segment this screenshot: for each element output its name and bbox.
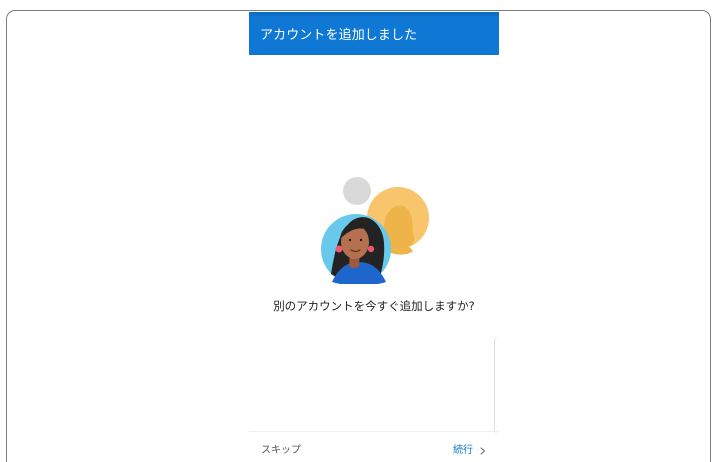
- mobile-account-screen: アカウントを追加しました 別のアカウントを今すぐ追加しますか? スキップ 続行: [249, 12, 499, 460]
- screen-header: アカウントを追加しました: [249, 12, 499, 55]
- continue-label: 続行: [453, 445, 473, 456]
- gray-profile-circle: [343, 177, 371, 205]
- continue-button[interactable]: 続行: [453, 444, 487, 458]
- header-title: アカウントを追加しました: [260, 28, 418, 43]
- skip-button[interactable]: スキップ: [261, 444, 301, 458]
- footer-actions: スキップ 続行: [249, 432, 499, 460]
- status-strip: [249, 12, 499, 16]
- chevron-right-icon: [480, 447, 486, 455]
- profile-avatars-illustration: [321, 177, 429, 284]
- woman-avatar: [321, 214, 391, 284]
- side-card-edge: [494, 337, 499, 434]
- add-another-account-question: 別のアカウントを今すぐ追加しますか?: [273, 299, 475, 313]
